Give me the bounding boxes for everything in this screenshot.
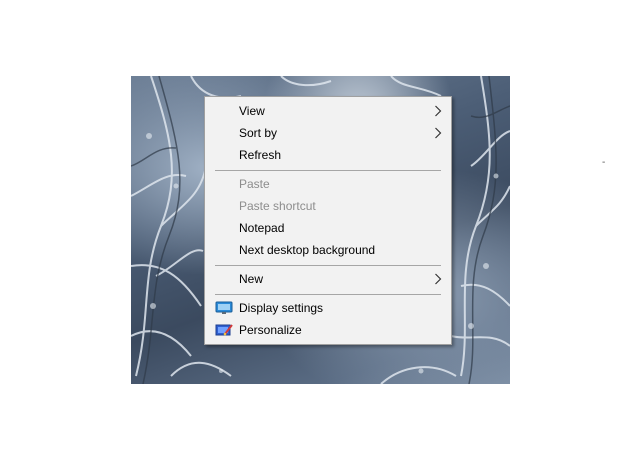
menu-item-label: Sort by <box>239 126 278 140</box>
menu-item-new[interactable]: New <box>206 268 450 290</box>
chevron-right-icon <box>435 105 442 117</box>
menu-item-personalize[interactable]: Personalize <box>206 319 450 341</box>
menu-item-notepad[interactable]: Notepad <box>206 217 450 239</box>
display-settings-icon <box>215 301 233 314</box>
menu-item-label: Paste shortcut <box>239 199 316 213</box>
menu-item-label: Display settings <box>239 301 324 315</box>
menu-item-view[interactable]: View <box>206 100 450 122</box>
menu-item-paste[interactable]: Paste <box>206 173 450 195</box>
menu-separator <box>215 265 441 266</box>
menu-item-label: New <box>239 272 264 286</box>
menu-item-label: View <box>239 104 265 118</box>
chevron-right-icon <box>435 127 442 139</box>
menu-item-sort-by[interactable]: Sort by <box>206 122 450 144</box>
desktop-screenshot: - View Sort by Refresh Paste Paste short… <box>0 0 640 460</box>
menu-item-label: Personalize <box>239 323 302 337</box>
desktop-context-menu: View Sort by Refresh Paste Paste shortcu… <box>204 96 452 345</box>
menu-item-paste-shortcut[interactable]: Paste shortcut <box>206 195 450 217</box>
menu-item-label: Next desktop background <box>239 243 376 257</box>
menu-item-refresh[interactable]: Refresh <box>206 144 450 166</box>
stray-mark: - <box>602 157 606 168</box>
menu-separator <box>215 170 441 171</box>
menu-item-display-settings[interactable]: Display settings <box>206 297 450 319</box>
menu-item-label: Refresh <box>239 148 282 162</box>
menu-item-label: Paste <box>239 177 270 191</box>
menu-item-next-desktop-background[interactable]: Next desktop background <box>206 239 450 261</box>
menu-item-label: Notepad <box>239 221 285 235</box>
menu-separator <box>215 294 441 295</box>
chevron-right-icon <box>435 273 442 285</box>
personalize-icon <box>215 324 233 336</box>
